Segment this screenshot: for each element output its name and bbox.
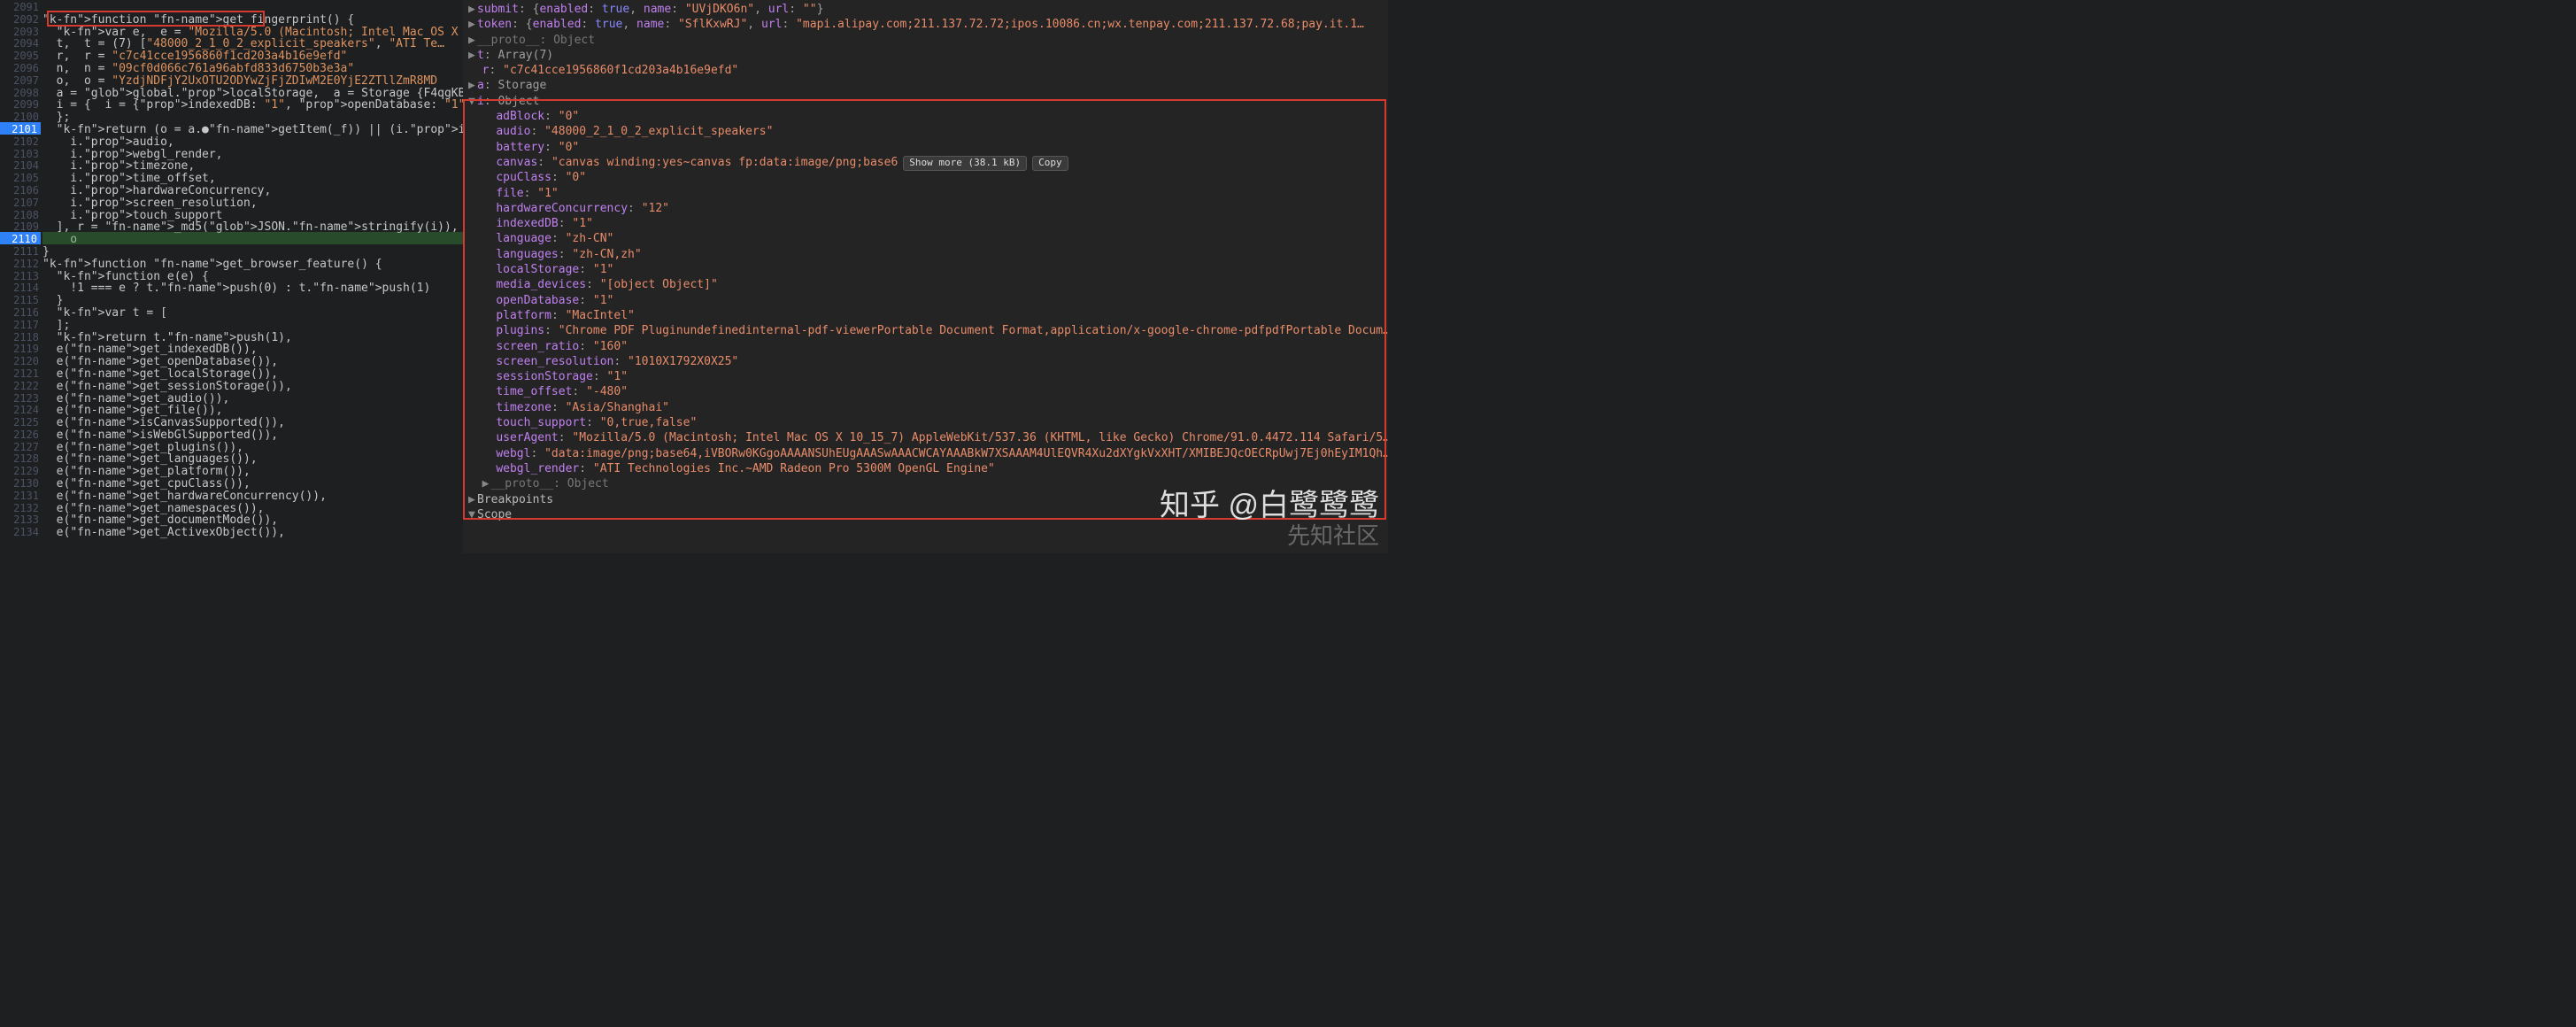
prop-token[interactable]: ▶token: {enabled: true, name: "SflKxwRJ"… [468,17,1383,32]
annotation-box-i-object [463,99,1386,520]
prop-submit[interactable]: ▶submit: {enabled: true, name: "UVjDKO6n… [468,2,1383,17]
annotation-box-fn-name [47,11,265,27]
code-editor[interactable]: 2091209220932094209520962097209820992100… [0,0,463,553]
code-area[interactable]: "k-fn">function "fn-name">get_fingerprin… [42,0,463,537]
line-gutter: 2091209220932094209520962097209820992100… [0,0,42,537]
prop-t[interactable]: ▶t: Array(7) [468,48,1383,63]
prop-r: r: "c7c41cce1956860f1cd203a4b16e9efd" [468,63,1383,78]
scope-panel[interactable]: ▶submit: {enabled: true, name: "UVjDKO6n… [463,0,1388,553]
execution-highlight [42,232,463,244]
breakpoint-2101[interactable]: 2101 [0,122,41,135]
prop-proto[interactable]: ▶__proto__: Object [468,33,1383,48]
prop-a[interactable]: ▶a: Storage [468,78,1383,93]
watermark-xianzhi: 先知社区 [1287,521,1379,552]
breakpoint-2110[interactable]: 2110 [0,232,41,244]
